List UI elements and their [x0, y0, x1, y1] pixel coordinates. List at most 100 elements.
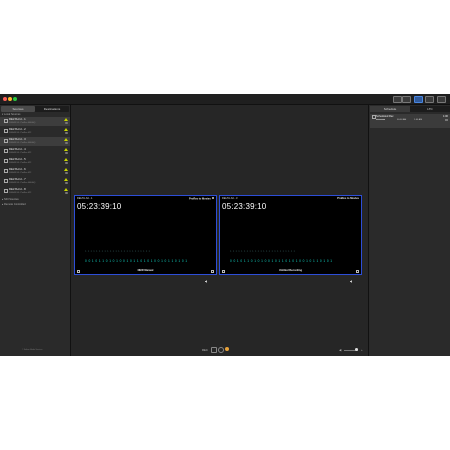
- status-icon: [65, 142, 68, 144]
- ndi-sources-header[interactable]: ▸ NDI Sources: [2, 198, 19, 201]
- source-checkbox[interactable]: [4, 149, 8, 153]
- minimize-window-button[interactable]: [8, 97, 12, 101]
- gear-icon[interactable]: [211, 196, 214, 199]
- status-icon: [65, 192, 68, 194]
- source-format: 1080i59.94 - ProRes 4444HQ: [9, 121, 36, 124]
- timecode-bits: 0 0 1 0 1 1 0 1 0 1 0 0 1 0 1 1 0 1 0 1 …: [85, 259, 188, 263]
- source-checkbox[interactable]: [4, 169, 8, 173]
- source-format: 1080i59.94 - ProRes 422: [9, 151, 32, 154]
- status-icon: [65, 162, 68, 164]
- schedule-start: 00:00 AM: [397, 119, 407, 121]
- source-checkbox[interactable]: [4, 159, 8, 163]
- source-format: 1080i59.94 - ProRes 422: [9, 171, 32, 174]
- warning-icon: [64, 138, 68, 141]
- recording-name[interactable]: Untitled Recording: [220, 268, 361, 273]
- volume-icon: ◀: [339, 347, 342, 352]
- record-button[interactable]: [225, 347, 229, 351]
- local-sources-header[interactable]: ▾ Local Sources: [2, 113, 20, 116]
- source-format: 1080i59.94 - ProRes 422: [9, 131, 32, 134]
- source-format: 1080i59.94 - ProRes 4444HQ: [9, 181, 36, 184]
- source-checkbox[interactable]: [4, 119, 8, 123]
- schedule-title: Scheduled Rec: [376, 114, 394, 118]
- tab-sources[interactable]: Sources: [1, 106, 35, 112]
- source-item[interactable]: DELTA-hd - 4 1080i59.94 - ProRes 422: [0, 147, 70, 156]
- source-format: 1080i59.94 - ProRes 422: [9, 161, 32, 164]
- viewer-1[interactable]: DELTA-hd - 1 ProRes to Movies 05:23:39:1…: [74, 195, 217, 283]
- viewer-layout-button[interactable]: [414, 96, 423, 103]
- schedule-tabbar: Schedule LTC: [370, 106, 450, 112]
- status-icon: [65, 132, 68, 134]
- warning-icon: [64, 118, 68, 121]
- viewer-footer: Untitled Recording: [220, 268, 361, 283]
- rec-label: REC: [202, 348, 208, 352]
- viewer-2[interactable]: DELTA-hd - 3 ProRes to Movies 05:23:39:1…: [219, 195, 362, 283]
- status-icon: [65, 182, 68, 184]
- warning-icon: [64, 188, 68, 191]
- schedule-panel: Schedule LTC Scheduled Rec 1:00 ●●●●●●●●…: [368, 105, 450, 356]
- timecode: 05:23:39:10: [77, 202, 122, 211]
- source-item[interactable]: DELTA-hd - 1 1080i59.94 - ProRes 4444HQ: [0, 117, 70, 126]
- fullscreen-icon[interactable]: [211, 270, 214, 273]
- sources-panel: Sources Destinations ▾ Local Sources DEL…: [0, 105, 71, 356]
- source-item[interactable]: DELTA-hd - 5 1080i59.94 - ProRes 422: [0, 157, 70, 166]
- viewer-area: DELTA-hd - 1 ProRes to Movies 05:23:39:1…: [71, 105, 367, 356]
- viewer-format: ProRes to Movies: [337, 196, 359, 200]
- status-icon: [65, 122, 68, 124]
- viewer-footer: NEW Manual: [75, 268, 216, 283]
- volume-icon[interactable]: [350, 270, 353, 283]
- stop-button[interactable]: [211, 347, 217, 353]
- source-checkbox[interactable]: [4, 179, 8, 183]
- source-checkbox[interactable]: [4, 129, 8, 133]
- source-checkbox[interactable]: [4, 189, 8, 193]
- schedule-end: 1:00 AM: [414, 119, 423, 121]
- viewer-format: ProRes to Movies: [189, 196, 214, 200]
- source-item[interactable]: DELTA-hd - 3 1080i59.94 - ProRes 4444HQ: [0, 137, 70, 146]
- viewer-source-name: DELTA-hd - 3: [222, 196, 238, 200]
- tab-ltc[interactable]: LTC: [410, 106, 450, 112]
- remote-controlled-header[interactable]: ▸ Remote Controlled: [2, 203, 26, 206]
- timecode: 05:23:39:10: [222, 202, 267, 211]
- pause-button[interactable]: [218, 347, 224, 353]
- warning-icon: [64, 168, 68, 171]
- bottom-toolbar: REC ◀ +: [71, 345, 367, 355]
- settings-button[interactable]: [425, 96, 434, 103]
- title-bar: [0, 94, 450, 105]
- remote-controlled-label: Remote Controlled: [4, 203, 26, 206]
- list-view-button[interactable]: [402, 96, 411, 103]
- source-item[interactable]: DELTA-hd - 6 1080i59.94 - ProRes 422: [0, 167, 70, 176]
- source-item[interactable]: DELTA-hd - 7 1080i59.94 - ProRes 4444HQ: [0, 177, 70, 186]
- timecode-bits-dim: 1 1 1 1 1 1 1 1 1 1 1 1 1 1 1 1 1 1 1 1 …: [230, 250, 296, 253]
- source-item[interactable]: DELTA-hd - 2 1080i59.94 - ProRes 422: [0, 127, 70, 136]
- local-sources-label: Local Sources: [4, 113, 21, 116]
- volume-slider-knob[interactable]: [355, 348, 358, 351]
- viewer-format-label: ProRes to Movies: [189, 197, 211, 200]
- add-icon[interactable]: +: [361, 348, 363, 352]
- source-format: 1080i59.94 - ProRes 422: [9, 191, 32, 194]
- warning-icon: [64, 128, 68, 131]
- grid-view-button[interactable]: [393, 96, 402, 103]
- schedule-item[interactable]: Scheduled Rec 1:00 ●●●●●●●● 00:00 AM 1:0…: [370, 114, 450, 128]
- tab-schedule[interactable]: Schedule: [370, 106, 410, 112]
- sidebar-toggle-button[interactable]: [437, 96, 446, 103]
- recording-name[interactable]: NEW Manual: [75, 268, 216, 273]
- warning-icon: [64, 158, 68, 161]
- fullscreen-icon[interactable]: [356, 270, 359, 273]
- copyright-text: © Softron Media Services: [22, 349, 43, 351]
- sources-tabbar: Sources Destinations: [1, 106, 69, 112]
- status-icon: [65, 152, 68, 154]
- viewer-source-name: DELTA-hd - 1: [77, 196, 93, 200]
- source-checkbox[interactable]: [4, 139, 8, 143]
- schedule-duration: 1:00: [442, 114, 448, 118]
- tab-destinations[interactable]: Destinations: [35, 106, 69, 112]
- zoom-window-button[interactable]: [13, 97, 17, 101]
- warning-icon: [64, 178, 68, 181]
- warning-icon: [64, 148, 68, 151]
- status-icon: [65, 172, 68, 174]
- timecode-bits-dim: 1 1 1 1 1 1 1 1 1 1 1 1 1 1 1 1 1 1 1 1 …: [85, 250, 151, 253]
- app-window: Sources Destinations ▾ Local Sources DEL…: [0, 94, 450, 356]
- source-format: 1080i59.94 - ProRes 4444HQ: [9, 141, 36, 144]
- close-window-button[interactable]: [3, 97, 7, 101]
- volume-icon[interactable]: [205, 270, 208, 283]
- schedule-date: ●●●●●●●●: [376, 119, 385, 121]
- source-item[interactable]: DELTA-hd - 8 1080i59.94 - ProRes 422: [0, 187, 70, 196]
